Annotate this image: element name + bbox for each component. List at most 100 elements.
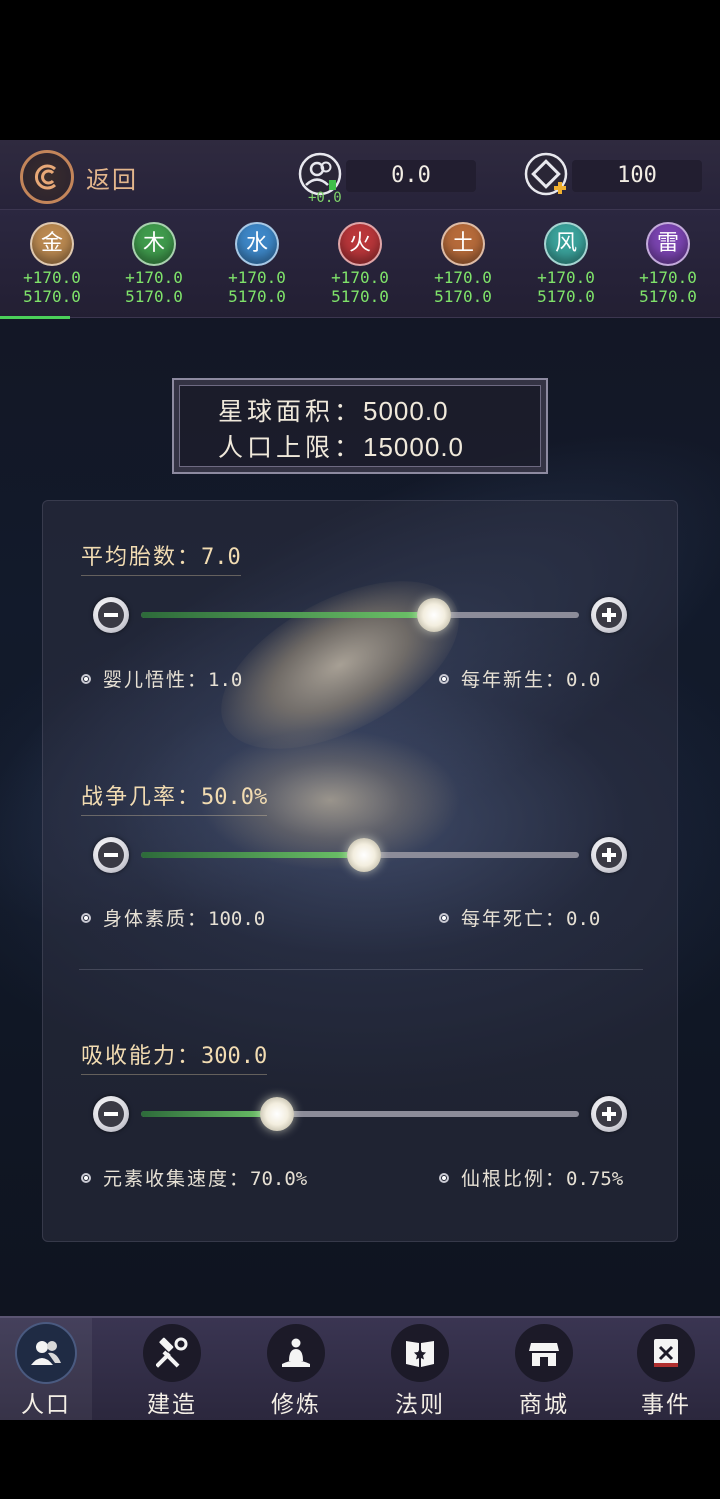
slider-thumb[interactable] [347, 838, 382, 872]
nav-label: 修炼 [271, 1392, 321, 1418]
shop-icon [515, 1324, 573, 1382]
element-metal[interactable]: 金 +170.0 5170.0 [2, 222, 102, 306]
law-book-icon [391, 1324, 449, 1382]
stat-value: 70.0% [250, 1168, 308, 1190]
nav-cultivate[interactable]: 修炼 [246, 1324, 346, 1420]
element-wood[interactable]: 木 +170.0 5170.0 [104, 222, 204, 306]
nav-events[interactable]: 事件 [616, 1324, 716, 1420]
element-total: 5170.0 [331, 287, 389, 306]
back-label: 返回 [86, 166, 138, 194]
infant-comprehension-stat: 婴儿悟性：1.0 [81, 665, 242, 692]
element-total: 5170.0 [434, 287, 492, 306]
absorption-value: 300.0 [201, 1044, 268, 1069]
slider-track[interactable] [141, 598, 579, 632]
meditation-icon [267, 1324, 325, 1382]
divider [79, 969, 643, 970]
increase-button[interactable] [591, 837, 627, 873]
element-wind[interactable]: 风 +170.0 5170.0 [516, 222, 616, 306]
stat-value: 0.75% [566, 1168, 624, 1190]
absorption-label: 吸收能力： [81, 1044, 202, 1069]
birth-rate-slider [91, 595, 631, 635]
increase-button[interactable] [591, 597, 627, 633]
birth-rate-title: 平均胎数：7.0 [81, 539, 241, 576]
bullet-icon [439, 1173, 449, 1183]
stat-label: 婴儿悟性： [103, 669, 209, 691]
stat-label: 身体素质： [103, 908, 209, 930]
nav-label: 事件 [641, 1392, 691, 1418]
stat-label: 每年新生： [461, 669, 567, 691]
population-value: 0.0 [346, 160, 476, 192]
minus-icon [98, 602, 124, 628]
absorption-slider [91, 1094, 631, 1134]
immortal-root-ratio-stat: 仙根比例：0.75% [439, 1164, 623, 1191]
element-rate: +170.0 [331, 268, 389, 287]
slider-fill [141, 612, 435, 618]
war-chance-value: 50.0% [201, 785, 268, 810]
currency-value: 100 [572, 160, 702, 192]
population-resource: 0.0 +0.0 [298, 152, 478, 206]
population-settings-panel: 平均胎数：7.0 婴儿悟性：1.0 每年新生：0.0 战争几率：50.0% 身体… [42, 500, 678, 1242]
war-chance-title: 战争几率：50.0% [81, 779, 268, 816]
war-chance-slider [91, 835, 631, 875]
element-rate: +170.0 [639, 268, 697, 287]
spirit-stone-add-icon[interactable] [524, 152, 568, 196]
hammer-wrench-icon [143, 1324, 201, 1382]
stat-value: 100.0 [208, 908, 266, 930]
slider-track[interactable] [141, 1097, 579, 1131]
nav-build[interactable]: 建造 [122, 1324, 222, 1420]
event-scroll-icon [637, 1324, 695, 1382]
slider-thumb[interactable] [259, 1097, 294, 1131]
element-fire[interactable]: 火 +170.0 5170.0 [310, 222, 410, 306]
planet-area-value: 5000.0 [363, 396, 449, 426]
element-orb: 木 [132, 222, 176, 266]
slider-thumb[interactable] [417, 598, 452, 632]
absorption-title: 吸收能力：300.0 [81, 1038, 268, 1075]
plus-icon [596, 602, 622, 628]
stat-label: 每年死亡： [461, 908, 567, 930]
minus-icon [98, 1101, 124, 1127]
element-orb: 火 [338, 222, 382, 266]
element-total: 5170.0 [23, 287, 81, 306]
nav-law[interactable]: 法则 [370, 1324, 470, 1420]
decrease-button[interactable] [93, 837, 129, 873]
birth-rate-value: 7.0 [201, 545, 241, 570]
planet-area: 星球面积：5000.0 [218, 392, 449, 428]
nav-shop[interactable]: 商城 [494, 1324, 594, 1420]
element-orb: 水 [235, 222, 279, 266]
stat-label: 元素收集速度： [103, 1168, 251, 1190]
nav-label: 建造 [147, 1392, 197, 1418]
planet-area-label: 星球面积： [218, 397, 364, 426]
element-total: 5170.0 [639, 287, 697, 306]
element-rate: +170.0 [125, 268, 183, 287]
element-thunder[interactable]: 雷 +170.0 5170.0 [618, 222, 718, 306]
slider-fill [141, 1111, 277, 1117]
stat-label: 仙根比例： [461, 1168, 567, 1190]
planet-info-frame: 星球面积：5000.0 人口上限：15000.0 [172, 378, 548, 474]
stat-value: 0.0 [566, 669, 601, 691]
slider-track[interactable] [141, 838, 579, 872]
nav-label: 商城 [519, 1392, 569, 1418]
bullet-icon [439, 913, 449, 923]
increase-button[interactable] [591, 1096, 627, 1132]
element-earth[interactable]: 土 +170.0 5170.0 [413, 222, 513, 306]
bullet-icon [439, 674, 449, 684]
minus-icon [98, 842, 124, 868]
population-delta: +0.0 [308, 190, 342, 206]
stat-value: 0.0 [566, 908, 601, 930]
nav-label: 人口 [21, 1392, 71, 1418]
element-total: 5170.0 [537, 287, 595, 306]
plus-icon [596, 1101, 622, 1127]
element-water[interactable]: 水 +170.0 5170.0 [207, 222, 307, 306]
bullet-icon [81, 674, 91, 684]
nav-population[interactable]: 人口 [0, 1324, 96, 1420]
annual-deaths-stat: 每年死亡：0.0 [439, 904, 600, 931]
back-button[interactable]: 返回 [18, 148, 148, 204]
decrease-button[interactable] [93, 1096, 129, 1132]
element-collection-speed-stat: 元素收集速度：70.0% [81, 1164, 307, 1191]
back-arrow-icon [20, 150, 74, 204]
element-orb: 风 [544, 222, 588, 266]
physique-stat: 身体素质：100.0 [81, 904, 265, 931]
slider-fill [141, 852, 365, 858]
decrease-button[interactable] [93, 597, 129, 633]
top-bar: 返回 0.0 +0.0 100 [0, 140, 720, 210]
